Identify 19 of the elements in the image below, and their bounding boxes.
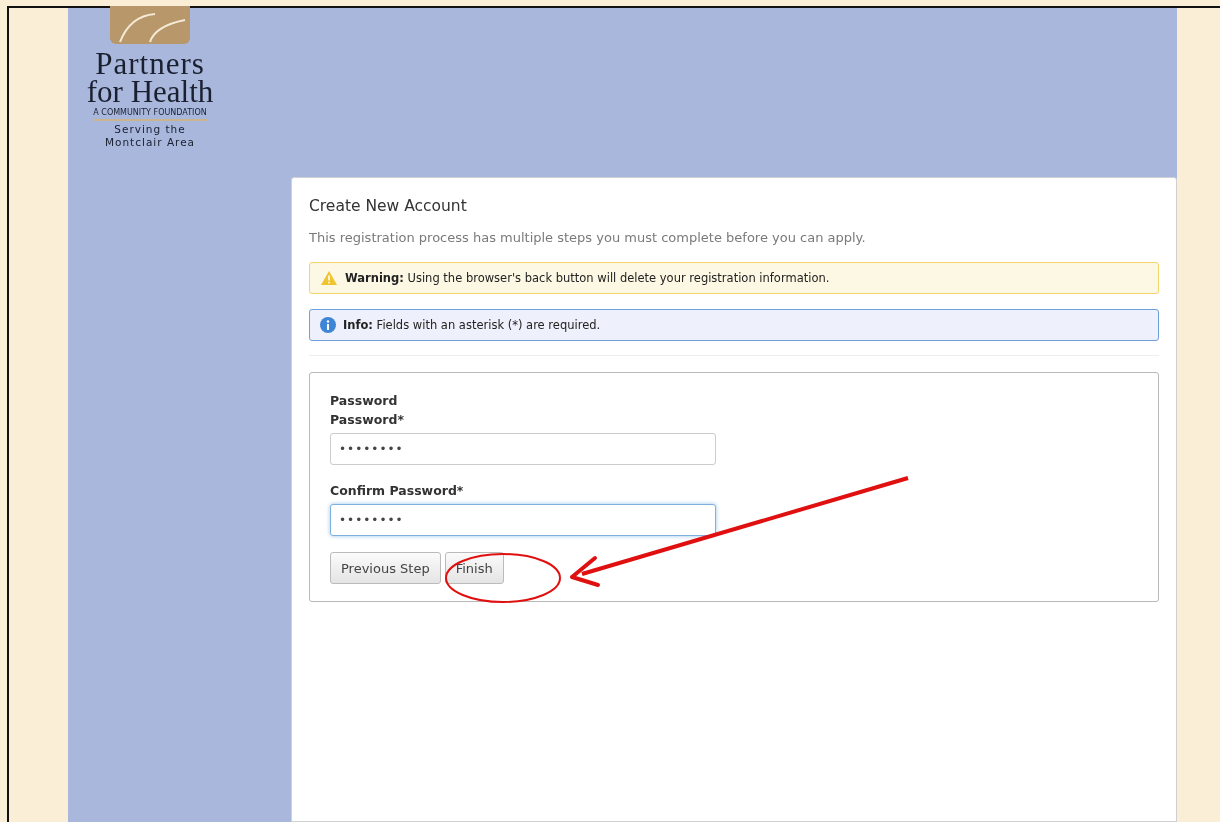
alert-message: Info: Fields with an asterisk (*) are required. [343, 318, 601, 332]
info-icon [320, 317, 336, 333]
step-button[interactable]: Previous Step [330, 552, 441, 584]
alert-message: Warning: Using the browser's back button will delete your registration information. [345, 271, 830, 285]
page-title: Create New Account [309, 197, 468, 215]
step-button[interactable]: Finish [444, 552, 504, 584]
section-label: Password [330, 392, 399, 410]
warning-icon [320, 270, 338, 286]
logo-text: Partners [95, 50, 205, 78]
logo-mark-icon [110, 6, 190, 46]
intro-text: This registration process has multiple steps you must complete before you can apply. [309, 230, 867, 245]
field-label: Password* [330, 411, 405, 429]
logo-tagline: Serving the [114, 123, 186, 136]
logo-text: for Health [86, 78, 214, 106]
password-field[interactable]: •••••••• [330, 504, 716, 536]
password-field[interactable]: •••••••• [330, 433, 716, 465]
logo-subtitle: A COMMUNITY FOUNDATION [93, 108, 207, 121]
field-label: Confirm Password* [330, 482, 465, 500]
logo-tagline: Montclair Area [104, 136, 196, 149]
